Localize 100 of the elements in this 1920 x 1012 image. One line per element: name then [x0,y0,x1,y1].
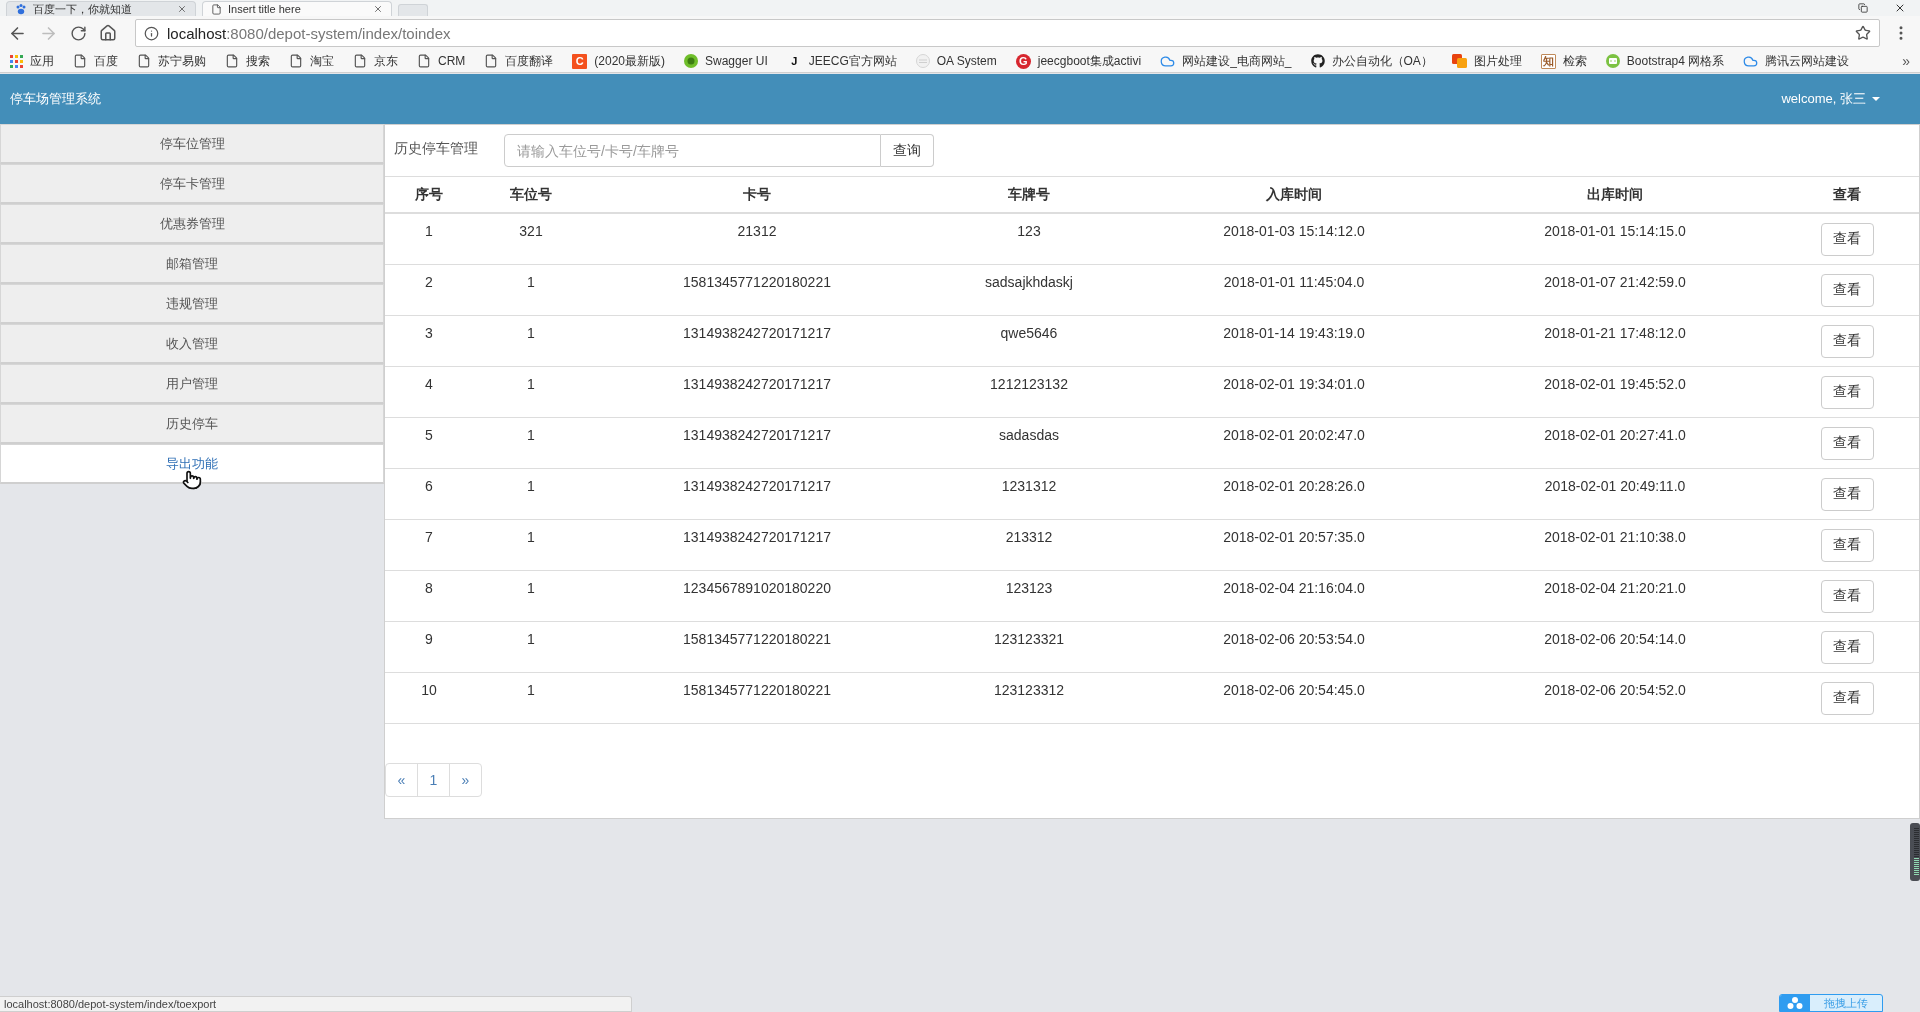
bookmark-link[interactable]: Bootstrap4 网格系 [1605,52,1725,70]
logo-tile: C [572,53,588,69]
sidebar-item[interactable]: 邮箱管理 [0,244,384,284]
table-cell: 8 [425,580,433,596]
bookmark-link[interactable]: 苏宁易购 [137,52,206,70]
restore-icon[interactable] [1858,3,1868,13]
paw-icon [15,3,27,15]
search-field[interactable]: 请输入车位号/卡号/车牌号 [504,134,881,167]
sidebar-item[interactable]: 停车位管理 [0,124,384,164]
sidebar-item[interactable]: 用户管理 [0,364,384,404]
star-icon[interactable] [1855,25,1871,41]
table-cell: sadsajkhdaskj [985,274,1073,290]
table-cell: 3 [425,325,433,341]
bookmark-link[interactable]: 图片处理 [1451,52,1522,70]
pagination-link[interactable]: » [449,763,482,797]
browser-tab[interactable]: Insert title here [202,1,392,16]
close-icon[interactable] [1894,2,1906,14]
sidebar-item[interactable]: 优惠券管理 [0,204,384,244]
bookmark-link[interactable]: G jeecgboot集成activi [1015,52,1142,70]
page-icon [484,54,499,68]
bookmark-link[interactable]: 京东 [353,52,398,70]
table-cell: 123 [1017,223,1041,239]
logo-disc: G [1015,53,1031,69]
view-button[interactable]: 查看 [1820,528,1874,562]
bookmark-link[interactable]: J JEECG官方网站 [786,52,897,70]
table-cell: 1 [527,529,535,545]
column-header: 序号 [415,185,443,204]
sidebar-item[interactable]: 停车卡管理 [0,164,384,204]
address-field[interactable]: localhost:8080/depot-system/index/toindex [135,19,1880,47]
circles-logo-icon [1780,995,1810,1011]
table-cell: 2018-02-01 19:45:52.0 [1544,376,1686,392]
table-cell: 123123321 [993,631,1065,647]
bookmark-link[interactable]: C (2020最新版) [572,52,665,70]
table-cell: 10 [421,682,437,698]
bookmarks-overflow-button[interactable]: » [1902,53,1910,69]
reload-icon[interactable] [70,24,87,42]
bookmark-link[interactable]: 搜索 [225,52,270,70]
bookmark-link[interactable]: CRM [417,54,466,68]
view-button[interactable]: 查看 [1820,426,1874,460]
app-title[interactable]: 停车场管理系统 [10,90,101,108]
table-cell: 2018-02-01 20:28:26.0 [1223,478,1365,494]
view-button[interactable]: 查看 [1820,273,1874,307]
view-button[interactable]: 查看 [1820,324,1874,358]
bookmark-link[interactable]: 办公自动化（OA） [1310,52,1433,70]
home-icon[interactable] [99,24,117,42]
hand-cursor-icon [182,470,202,490]
bookmark-link[interactable]: 知 检索 [1540,52,1587,70]
logo-tile: 知 [1540,53,1556,69]
table-cell: 1 [527,376,535,392]
table-cell: 6 [425,478,433,494]
view-button[interactable]: 查看 [1820,375,1874,409]
table-cell: 1 [527,682,535,698]
table-cell: 2018-02-04 21:16:04.0 [1223,580,1365,596]
table-cell: 2018-02-01 21:10:38.0 [1544,529,1686,545]
table-cell: 1314938242720171217 [683,478,831,494]
table-cell: 2018-02-06 20:54:14.0 [1544,631,1686,647]
view-button[interactable]: 查看 [1820,579,1874,613]
table-cell: 2018-02-01 20:49:11.0 [1544,478,1686,494]
search-button[interactable]: 查询 [881,134,934,167]
status-url: localhost:8080/depot-system/index/toexport [0,996,632,1012]
cloud-icon [1743,53,1759,69]
table-cell: 1 [527,427,535,443]
bookmark-link[interactable]: 网站建设_电商网站_ [1160,52,1292,70]
level-meter-icon [1910,823,1920,881]
sidebar-item[interactable]: 违规管理 [0,284,384,324]
column-header: 卡号 [743,185,771,204]
view-button[interactable]: 查看 [1820,222,1874,256]
table-cell: 321 [519,223,543,239]
pagination-link[interactable]: 1 [417,763,450,797]
bookmark-link[interactable]: 百度 [73,52,118,70]
table-cell: 1314938242720171217 [683,529,831,545]
bookmark-link[interactable]: OA System [915,54,997,68]
page-icon [289,54,303,68]
info-icon[interactable] [144,25,159,41]
bookmark-link[interactable]: 百度翻译 [484,52,554,70]
sidebar-item[interactable]: 历史停车 [0,404,384,444]
column-header: 入库时间 [1266,185,1322,204]
table-cell: 1234567891020180220 [683,580,831,596]
sidebar-item[interactable]: 收入管理 [0,324,384,364]
pagination-link[interactable]: « [385,763,418,797]
table-cell: 1 [527,580,535,596]
sidebar-item[interactable]: 导出功能 [0,444,384,484]
view-button[interactable]: 查看 [1820,630,1874,664]
bookmark-link[interactable]: 应用 [10,52,54,70]
bookmark-link[interactable]: 淘宝 [289,52,334,70]
table-cell: 2018-01-01 15:14:15.0 [1544,223,1686,239]
view-button[interactable]: 查看 [1820,477,1874,511]
table-cell: 2018-02-01 20:27:41.0 [1544,427,1686,443]
table-cell: 2018-01-14 19:43:19.0 [1223,325,1365,341]
view-button[interactable]: 查看 [1820,681,1874,715]
user-menu[interactable]: welcome, 张三 [1781,90,1880,108]
table-cell: 1314938242720171217 [683,427,831,443]
bookmark-link[interactable]: 腾讯云网站建设 [1743,52,1850,70]
table-cell: 2018-02-01 20:02:47.0 [1223,427,1365,443]
bookmark-link[interactable]: Swagger UI [684,54,768,68]
table-cell: 123123312 [993,682,1065,698]
browser-tab[interactable]: 百度一下，你就知道 [6,1,196,16]
table-cell: sadasdas [999,427,1059,443]
table-cell: 1 [425,223,433,239]
table-cell: 4 [425,376,433,392]
